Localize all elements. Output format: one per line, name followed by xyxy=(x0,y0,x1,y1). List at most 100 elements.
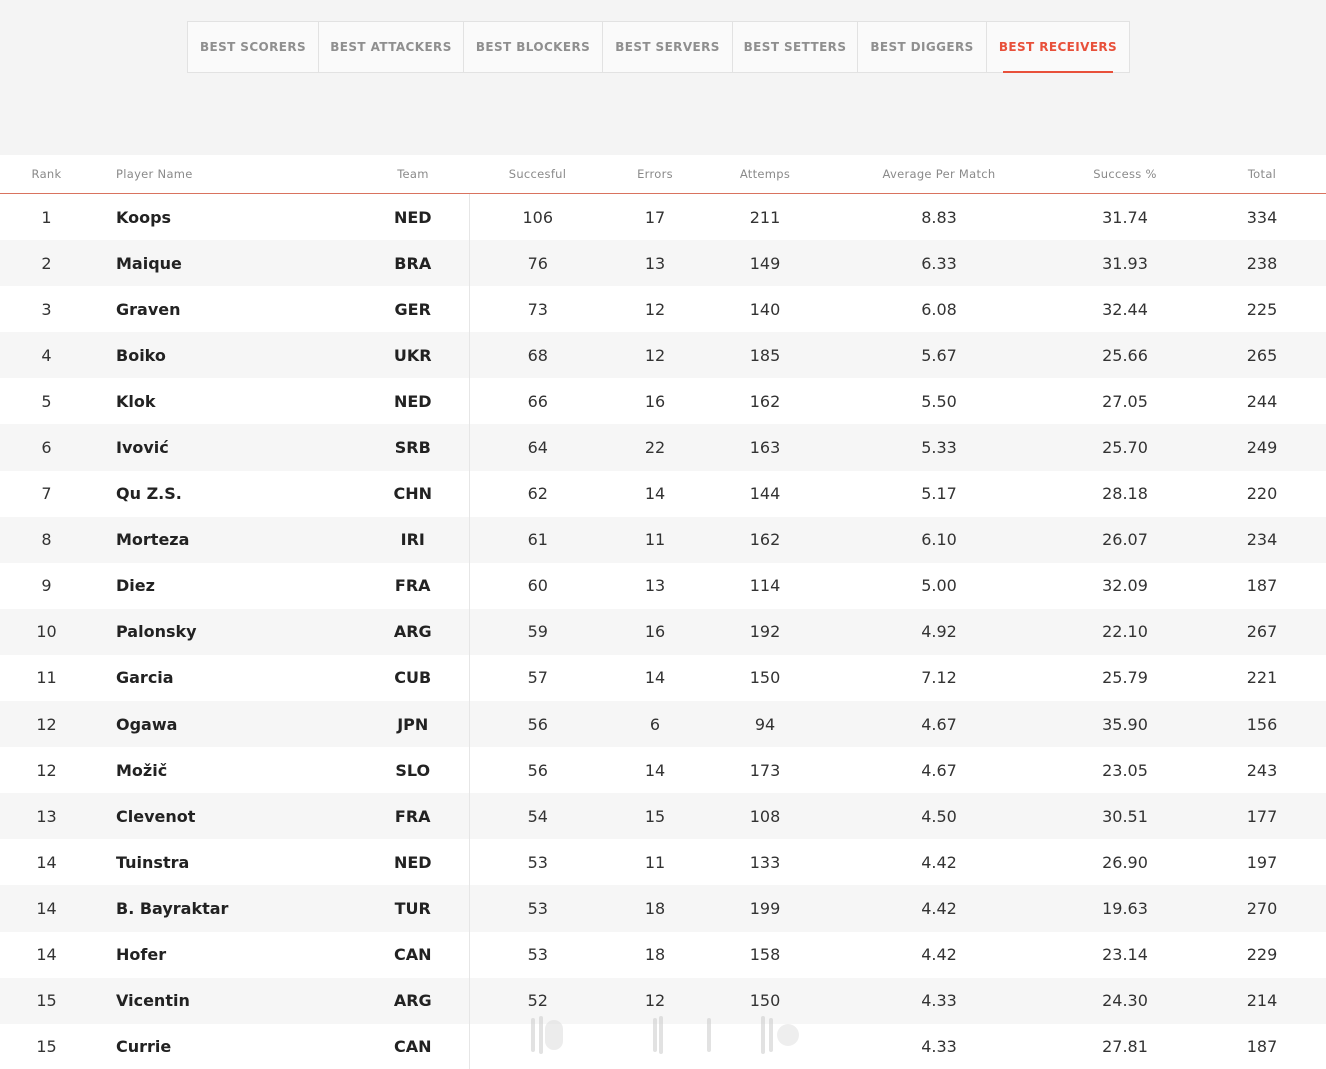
col-header-team[interactable]: Team xyxy=(357,155,469,194)
cell-average: 4.67 xyxy=(826,747,1052,794)
cell-successful: 106 xyxy=(469,193,606,241)
table-row[interactable]: 6 Ivović SRB 64 22 163 5.33 25.70 249 xyxy=(0,424,1326,471)
cell-player-name[interactable]: Boiko xyxy=(93,332,357,379)
cell-success-pct: 26.90 xyxy=(1052,839,1198,886)
table-row[interactable]: 12 Ogawa JPN 56 6 94 4.67 35.90 156 xyxy=(0,701,1326,748)
cell-successful: 73 xyxy=(469,286,606,333)
table-row[interactable]: 5 Klok NED 66 16 162 5.50 27.05 244 xyxy=(0,378,1326,425)
cell-rank: 10 xyxy=(0,608,93,655)
table-row[interactable]: 2 Maique BRA 76 13 149 6.33 31.93 238 xyxy=(0,240,1326,287)
cell-player-name[interactable]: Ogawa xyxy=(93,701,357,748)
cell-player-name[interactable]: Vicentin xyxy=(93,977,357,1024)
col-header-player[interactable]: Player Name xyxy=(93,155,357,194)
cell-successful: 59 xyxy=(469,608,606,655)
tab-best-setters[interactable]: BEST SETTERS xyxy=(733,22,858,72)
table-row[interactable]: 9 Diez FRA 60 13 114 5.00 32.09 187 xyxy=(0,562,1326,609)
cell-player-name[interactable]: Morteza xyxy=(93,516,357,563)
cell-average: 4.67 xyxy=(826,701,1052,748)
table-row[interactable]: 14 Hofer CAN 53 18 158 4.42 23.14 229 xyxy=(0,931,1326,978)
cell-player-name[interactable]: Tuinstra xyxy=(93,839,357,886)
cell-errors: 13 xyxy=(606,562,704,609)
cell-success-pct: 31.93 xyxy=(1052,240,1198,287)
cell-total: 265 xyxy=(1198,332,1326,379)
cell-average: 6.08 xyxy=(826,286,1052,333)
cell-total: 197 xyxy=(1198,839,1326,886)
tab-best-receivers[interactable]: BEST RECEIVERS xyxy=(987,22,1129,73)
cell-team: NED xyxy=(357,839,470,886)
cell-success-pct: 19.63 xyxy=(1052,885,1198,932)
leader-tabs: BEST SCORERS BEST ATTACKERS BEST BLOCKERS B… xyxy=(187,21,1130,73)
cell-average: 7.12 xyxy=(826,654,1052,702)
cell-success-pct: 23.05 xyxy=(1052,747,1198,794)
cell-player-name[interactable]: Garcia xyxy=(93,654,357,702)
tab-best-servers[interactable]: BEST SERVERS xyxy=(603,22,733,72)
table-header-row: Rank Player Name Team Succesful Errors A… xyxy=(0,155,1326,194)
cell-average: 4.33 xyxy=(826,1023,1052,1069)
cell-rank: 15 xyxy=(0,1023,93,1069)
cell-total: 225 xyxy=(1198,286,1326,333)
col-header-success-pct[interactable]: Success % xyxy=(1052,155,1198,194)
cell-team: CHN xyxy=(357,470,470,517)
table-row[interactable]: 3 Graven GER 73 12 140 6.08 32.44 225 xyxy=(0,286,1326,333)
cell-average: 5.00 xyxy=(826,562,1052,609)
cell-player-name[interactable]: Diez xyxy=(93,562,357,609)
cell-team: SRB xyxy=(357,424,470,471)
table-row[interactable]: 7 Qu Z.S. CHN 62 14 144 5.17 28.18 220 xyxy=(0,470,1326,517)
cell-team: CAN xyxy=(357,1023,470,1069)
cell-player-name[interactable]: Koops xyxy=(93,193,357,241)
table-row[interactable]: 8 Morteza IRI 61 11 162 6.10 26.07 234 xyxy=(0,516,1326,563)
col-header-average[interactable]: Average Per Match xyxy=(826,155,1052,194)
cell-player-name[interactable]: Možič xyxy=(93,747,357,794)
cell-rank: 12 xyxy=(0,701,93,748)
cell-player-name[interactable]: Graven xyxy=(93,286,357,333)
cell-total: 220 xyxy=(1198,470,1326,517)
table-row[interactable]: 1 Koops NED 106 17 211 8.83 31.74 334 xyxy=(0,193,1326,241)
cell-rank: 6 xyxy=(0,424,93,471)
cell-player-name[interactable]: Klok xyxy=(93,378,357,425)
cell-player-name[interactable]: Palonsky xyxy=(93,608,357,655)
cell-team: CAN xyxy=(357,931,470,978)
tab-best-scorers[interactable]: BEST SCORERS xyxy=(188,22,319,72)
table-row[interactable]: 13 Clevenot FRA 54 15 108 4.50 30.51 177 xyxy=(0,793,1326,840)
cell-rank: 14 xyxy=(0,839,93,886)
col-header-successful[interactable]: Succesful xyxy=(469,155,606,194)
cell-average: 5.50 xyxy=(826,378,1052,425)
table-row[interactable]: 14 Tuinstra NED 53 11 133 4.42 26.90 197 xyxy=(0,839,1326,886)
table-row[interactable]: 14 B. Bayraktar TUR 53 18 199 4.42 19.63 270 xyxy=(0,885,1326,932)
stats-table-container: Rank Player Name Team Succesful Errors A… xyxy=(0,155,1326,1069)
cell-player-name[interactable]: Qu Z.S. xyxy=(93,470,357,517)
col-header-attempts[interactable]: Attemps xyxy=(704,155,826,194)
cell-total: 221 xyxy=(1198,654,1326,702)
cell-attempts: 144 xyxy=(704,470,826,517)
cell-attempts: 173 xyxy=(704,747,826,794)
cell-errors: 12 xyxy=(606,286,704,333)
cell-player-name[interactable]: Currie xyxy=(93,1023,357,1069)
cell-attempts: 140 xyxy=(704,286,826,333)
cell-player-name[interactable]: Ivović xyxy=(93,424,357,471)
cell-total: 234 xyxy=(1198,516,1326,563)
cell-team: BRA xyxy=(357,240,470,287)
cell-total: 267 xyxy=(1198,608,1326,655)
col-header-rank[interactable]: Rank xyxy=(0,155,93,194)
cell-player-name[interactable]: B. Bayraktar xyxy=(93,885,357,932)
cell-success-pct: 22.10 xyxy=(1052,608,1198,655)
cell-success-pct: 28.18 xyxy=(1052,470,1198,517)
cell-player-name[interactable]: Hofer xyxy=(93,931,357,978)
cell-team: FRA xyxy=(357,562,470,609)
cell-rank: 4 xyxy=(0,332,93,379)
tab-best-blockers[interactable]: BEST BLOCKERS xyxy=(464,22,603,72)
tab-best-attackers[interactable]: BEST ATTACKERS xyxy=(319,22,464,72)
tab-best-diggers[interactable]: BEST DIGGERS xyxy=(858,22,987,72)
table-row[interactable]: 12 Možič SLO 56 14 173 4.67 23.05 243 xyxy=(0,747,1326,794)
cell-player-name[interactable]: Maique xyxy=(93,240,357,287)
cell-errors: 17 xyxy=(606,193,704,241)
col-header-errors[interactable]: Errors xyxy=(606,155,704,194)
cell-successful: 64 xyxy=(469,424,606,471)
table-row[interactable]: 10 Palonsky ARG 59 16 192 4.92 22.10 267 xyxy=(0,608,1326,655)
cell-player-name[interactable]: Clevenot xyxy=(93,793,357,840)
col-header-total[interactable]: Total xyxy=(1198,155,1326,194)
table-row[interactable]: 11 Garcia CUB 57 14 150 7.12 25.79 221 xyxy=(0,654,1326,702)
table-row[interactable]: 4 Boiko UKR 68 12 185 5.67 25.66 265 xyxy=(0,332,1326,379)
cell-attempts: 149 xyxy=(704,240,826,287)
cell-total: 187 xyxy=(1198,1023,1326,1069)
